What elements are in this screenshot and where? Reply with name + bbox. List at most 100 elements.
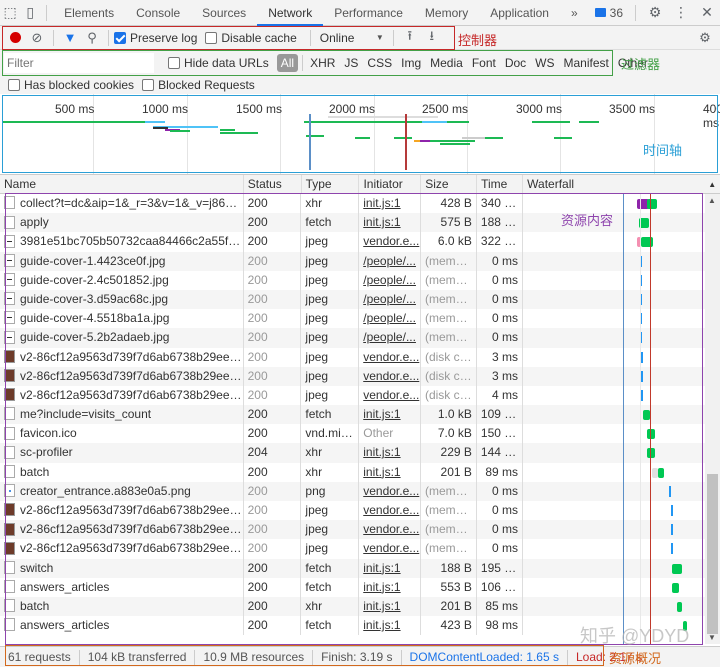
request-row[interactable]: guide-cover-5.2b2adaeb.jpg 200 jpeg/people…: [0, 328, 705, 348]
more-options-icon[interactable]: ⋮: [668, 0, 694, 26]
has-blocked-cookies-checkbox[interactable]: Has blocked cookies: [8, 78, 134, 92]
hide-data-urls-checkbox[interactable]: Hide data URLs: [168, 56, 269, 70]
tab-sources[interactable]: Sources: [191, 0, 257, 26]
tab-elements[interactable]: Elements: [53, 0, 125, 26]
request-initiator[interactable]: vendor.e...: [359, 232, 421, 252]
messages-badge[interactable]: 36: [589, 6, 629, 20]
request-initiator[interactable]: vendor.e...: [359, 520, 421, 540]
filter-type-doc[interactable]: Doc: [501, 54, 530, 72]
close-icon[interactable]: ✕: [694, 0, 720, 26]
request-name[interactable]: guide-cover-2.4c501852.jpg: [0, 270, 244, 290]
request-initiator[interactable]: vendor.e...: [359, 481, 421, 501]
column-initiator[interactable]: Initiator: [359, 175, 422, 194]
request-initiator[interactable]: init.js:1: [359, 213, 421, 233]
request-row[interactable]: sc-profiler 204 xhr init.js:1 229 B 144 ms: [0, 443, 705, 463]
request-row[interactable]: creator_entrance.a883e0a5.png 200 png vendo…: [0, 481, 705, 501]
timeline-overview[interactable]: 500 ms 1000 ms 1500 ms 2000 ms 2500 ms 3…: [0, 94, 720, 174]
table-scrollbar[interactable]: ▲ ▼: [705, 194, 720, 644]
network-settings-button[interactable]: ⚙: [694, 27, 716, 49]
request-initiator[interactable]: init.js:1: [359, 462, 421, 482]
request-row[interactable]: v2-86cf12a9563d739f7d6ab6738b29eef5_xl..…: [0, 520, 705, 540]
request-row[interactable]: v2-86cf12a9563d739f7d6ab6738b29eef5_x...…: [0, 539, 705, 559]
blocked-requests-check-icon[interactable]: [142, 79, 155, 91]
filter-type-media[interactable]: Media: [426, 54, 467, 72]
request-name[interactable]: favicon.ico: [0, 424, 244, 444]
column-type[interactable]: Type: [302, 175, 360, 194]
request-row[interactable]: batch 200 xhr init.js:1 201 B 89 ms: [0, 462, 705, 482]
request-row[interactable]: guide-cover-2.4c501852.jpg 200 jpeg/people…: [0, 270, 705, 290]
request-row[interactable]: v2-86cf12a9563d739f7d6ab6738b29eef5_is..…: [0, 366, 705, 386]
request-name[interactable]: v2-86cf12a9563d739f7d6ab6738b29eef5_x...: [0, 539, 244, 559]
sort-ascending-icon[interactable]: ▲: [705, 175, 720, 194]
request-row[interactable]: 3981e51bc705b50732caa84466c2a55f_s.jpg 20…: [0, 232, 705, 252]
request-row[interactable]: batch 200 xhr init.js:1 201 B 85 ms: [0, 596, 705, 617]
request-name[interactable]: guide-cover-1.4423ce0f.jpg: [0, 251, 244, 271]
throttling-select[interactable]: Online ▼: [316, 31, 388, 45]
request-initiator[interactable]: init.js:1: [359, 443, 421, 463]
request-initiator[interactable]: vendor.e...: [359, 366, 421, 386]
filter-input[interactable]: [4, 53, 154, 73]
search-button[interactable]: ⚲: [81, 27, 103, 49]
request-initiator[interactable]: vendor.e...: [359, 347, 421, 367]
request-row[interactable]: switch 200 fetch init.js:1 188 B 195 ms: [0, 558, 705, 578]
request-initiator[interactable]: init.js:1: [359, 558, 421, 578]
filter-type-xhr[interactable]: XHR: [306, 54, 339, 72]
request-name[interactable]: creator_entrance.a883e0a5.png: [0, 481, 244, 501]
request-row[interactable]: favicon.ico 200 vnd.micr... Other 7.0 kB 150 …: [0, 424, 705, 444]
disable-cache-check-icon[interactable]: [205, 31, 218, 44]
request-name[interactable]: switch: [0, 558, 244, 578]
request-initiator[interactable]: vendor.e...: [359, 539, 421, 559]
has-blocked-cookies-check-icon[interactable]: [8, 79, 20, 91]
request-initiator[interactable]: vendor.e...: [359, 385, 421, 406]
device-toolbar-icon[interactable]: ▯: [20, 0, 40, 26]
request-name[interactable]: v2-86cf12a9563d739f7d6ab6738b29eef5_xl..…: [0, 520, 244, 540]
filter-type-img[interactable]: Img: [397, 54, 425, 72]
request-initiator[interactable]: /people/...: [359, 328, 421, 348]
request-row[interactable]: guide-cover-1.4423ce0f.jpg 200 jpeg/people…: [0, 251, 705, 271]
filter-type-ws[interactable]: WS: [531, 54, 558, 72]
clear-button[interactable]: ⊘: [26, 27, 48, 49]
request-name[interactable]: answers_articles: [0, 616, 244, 636]
column-name[interactable]: Name: [0, 175, 244, 194]
request-name[interactable]: batch: [0, 462, 244, 482]
tab-network[interactable]: Network: [257, 0, 324, 26]
hide-data-urls-check-icon[interactable]: [168, 57, 180, 69]
settings-gear-icon[interactable]: ⚙: [642, 0, 668, 26]
request-row[interactable]: v2-86cf12a9563d739f7d6ab6738b29eef5_is..…: [0, 501, 705, 521]
filter-type-js[interactable]: JS: [340, 54, 362, 72]
tab-console[interactable]: Console: [125, 0, 191, 26]
request-row[interactable]: me?include=visits_count 200 fetch init.js:1…: [0, 405, 705, 425]
filter-type-font[interactable]: Font: [468, 54, 500, 72]
request-name[interactable]: v2-86cf12a9563d739f7d6ab6738b29eef5_xl..…: [0, 347, 244, 367]
request-name[interactable]: collect?t=dc&aip=1&_r=3&v=1&_v=j86&ti...: [0, 194, 244, 214]
column-size[interactable]: Size: [421, 175, 478, 194]
blocked-requests-checkbox[interactable]: Blocked Requests: [142, 78, 255, 92]
scroll-up-arrow-icon[interactable]: ▲: [708, 196, 716, 205]
request-name[interactable]: apply: [0, 213, 244, 233]
request-name[interactable]: guide-cover-3.d59ac68c.jpg: [0, 289, 244, 310]
request-initiator[interactable]: init.js:1: [359, 596, 421, 617]
import-har-button[interactable]: ⭱: [399, 27, 421, 49]
request-name[interactable]: batch: [0, 596, 244, 617]
column-time[interactable]: Time: [477, 175, 524, 194]
tab-application[interactable]: Application: [479, 0, 560, 26]
preserve-log-checkbox[interactable]: Preserve log: [114, 31, 197, 45]
request-name[interactable]: 3981e51bc705b50732caa84466c2a55f_s.jpg: [0, 232, 244, 252]
request-name[interactable]: answers_articles: [0, 577, 244, 597]
tab-performance[interactable]: Performance: [323, 0, 414, 26]
disable-cache-checkbox[interactable]: Disable cache: [205, 31, 297, 45]
request-name[interactable]: v2-86cf12a9563d739f7d6ab6738b29eef5_is..…: [0, 501, 244, 521]
column-waterfall[interactable]: Waterfall: [523, 175, 705, 194]
request-name[interactable]: guide-cover-4.5518ba1a.jpg: [0, 309, 244, 329]
request-name[interactable]: v2-86cf12a9563d739f7d6ab6738b29eef5_x...: [0, 385, 244, 406]
more-tabs-button[interactable]: »: [560, 0, 589, 26]
request-initiator[interactable]: /people/...: [359, 251, 421, 271]
tab-memory[interactable]: Memory: [414, 0, 479, 26]
request-initiator[interactable]: init.js:1: [359, 194, 421, 214]
column-status[interactable]: Status: [244, 175, 302, 194]
request-name[interactable]: sc-profiler: [0, 443, 244, 463]
scrollbar-thumb[interactable]: [707, 474, 718, 634]
export-har-button[interactable]: ⭳: [421, 27, 443, 49]
request-name[interactable]: me?include=visits_count: [0, 405, 244, 425]
filter-type-manifest[interactable]: Manifest: [560, 54, 613, 72]
